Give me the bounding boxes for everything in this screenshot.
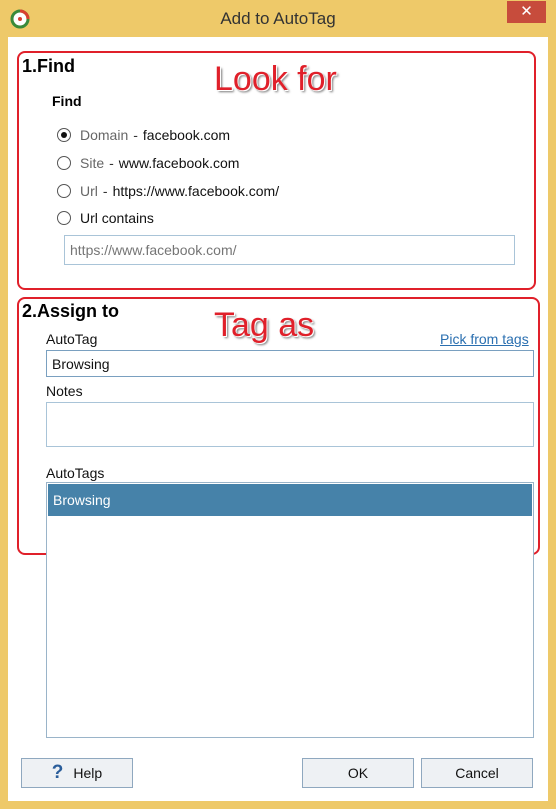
autotags-list-item[interactable]: Browsing (48, 484, 532, 516)
radio-site-button[interactable] (57, 156, 71, 170)
radio-url-value: https://www.facebook.com/ (112, 183, 280, 199)
radio-domain-button[interactable] (57, 128, 71, 142)
autotag-label: AutoTag (46, 331, 98, 347)
find-group-label: Find (52, 93, 82, 109)
radio-url-label: Url (80, 183, 98, 199)
radio-site[interactable]: Site - www.facebook.com (57, 154, 239, 172)
help-icon: ? (51, 762, 64, 783)
url-contains-input[interactable] (64, 235, 515, 265)
autotag-input[interactable]: Browsing (46, 350, 534, 377)
look-for-callout: Look for (214, 60, 337, 98)
radio-url-contains[interactable]: Url contains (57, 209, 154, 227)
radio-url-contains-button[interactable] (57, 211, 71, 225)
radio-domain[interactable]: Domain - facebook.com (57, 126, 230, 144)
notes-input[interactable] (46, 402, 534, 447)
notes-label: Notes (46, 383, 83, 399)
radio-url-separator: - (102, 183, 108, 199)
radio-site-label: Site (80, 155, 105, 171)
window-title: Add to AutoTag (220, 9, 336, 28)
radio-url-contains-label: Url contains (80, 210, 154, 226)
title-bar: Add to AutoTag ✕ (0, 0, 556, 37)
autotags-list[interactable]: Browsing (46, 482, 534, 738)
close-button[interactable]: ✕ (507, 1, 546, 23)
radio-domain-separator: - (133, 127, 138, 143)
radio-site-separator: - (109, 155, 114, 171)
autotags-label: AutoTags (46, 465, 105, 481)
pick-from-tags-link[interactable]: Pick from tags (440, 331, 529, 347)
help-button-label: Help (73, 765, 103, 781)
radio-url[interactable]: Url - https://www.facebook.com/ (57, 182, 279, 200)
radio-site-value: www.facebook.com (118, 155, 240, 171)
ok-button[interactable]: OK (302, 758, 414, 788)
cancel-button[interactable]: Cancel (421, 758, 533, 788)
find-section-title: 1.Find (22, 56, 75, 76)
radio-url-button[interactable] (57, 184, 71, 198)
radio-domain-label: Domain (80, 127, 129, 143)
assign-section-title: 2.Assign to (22, 301, 120, 321)
help-button[interactable]: ? Help (21, 758, 133, 788)
radio-domain-value: facebook.com (142, 127, 231, 143)
tag-as-callout: Tag as (214, 306, 315, 344)
